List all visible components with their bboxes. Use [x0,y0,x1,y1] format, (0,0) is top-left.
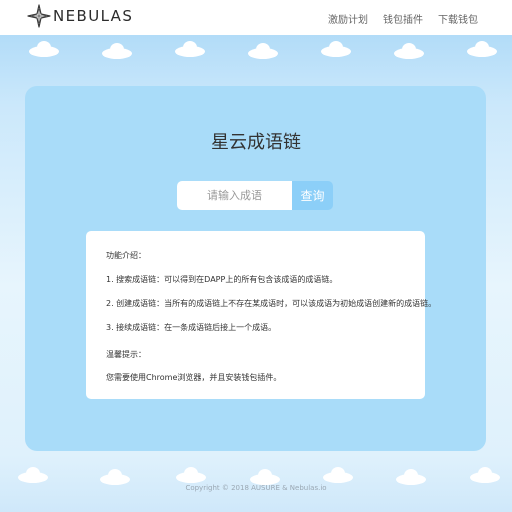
top-header: NEBULAS 激励计划 钱包插件 下载钱包 [0,0,512,35]
footer-copyright: Copyright © 2018 AUSURE & Nebulas.io [185,484,327,492]
feature-search-chain: 1. 搜索成语链：可以得到在DAPP上的所有包含该成语的成语链。 [106,275,338,284]
nav-wallet-extension[interactable]: 钱包插件 [383,11,423,26]
cloud-decoration [250,469,280,485]
info-panel: 功能介绍： 1. 搜索成语链：可以得到在DAPP上的所有包含该成语的成语链。 2… [86,231,437,399]
tip-text: 您需要使用Chrome浏览器，并且安装钱包插件。 [106,373,282,382]
cloud-decoration [18,467,48,483]
idiom-search-input[interactable] [177,181,292,210]
nav-incentive-program[interactable]: 激励计划 [328,11,368,26]
cloud-decoration [321,41,351,57]
nebulas-star-icon [27,4,51,28]
features-heading: 功能介绍： [106,251,146,260]
feature-continue-chain: 3. 接续成语链：在一条成语链后接上一个成语。 [106,323,277,332]
cloud-decoration [394,43,424,59]
nebulas-logo[interactable]: NEBULAS [27,4,133,28]
logo-text: NEBULAS [53,7,134,25]
tip-heading: 温馨提示： [106,350,146,359]
cloud-decoration [396,469,426,485]
nav-download-wallet[interactable]: 下载钱包 [438,11,478,26]
cloud-decoration [100,469,130,485]
cloud-decoration [102,43,132,59]
search-bar: 查询 [177,181,333,210]
cloud-decoration [176,467,206,483]
cloud-decoration [323,467,353,483]
cloud-decoration [248,43,278,59]
cloud-decoration [470,467,500,483]
cloud-decoration [467,41,497,57]
search-button[interactable]: 查询 [292,181,333,210]
cloud-decoration [29,41,59,57]
cloud-decoration [175,41,205,57]
page-title: 星云成语链 [211,132,301,153]
feature-create-chain: 2. 创建成语链：当所有的成语链上不存在某成语时，可以该成语为初始成语创建新的成… [106,299,437,308]
top-nav: 激励计划 钱包插件 下载钱包 [328,11,478,26]
